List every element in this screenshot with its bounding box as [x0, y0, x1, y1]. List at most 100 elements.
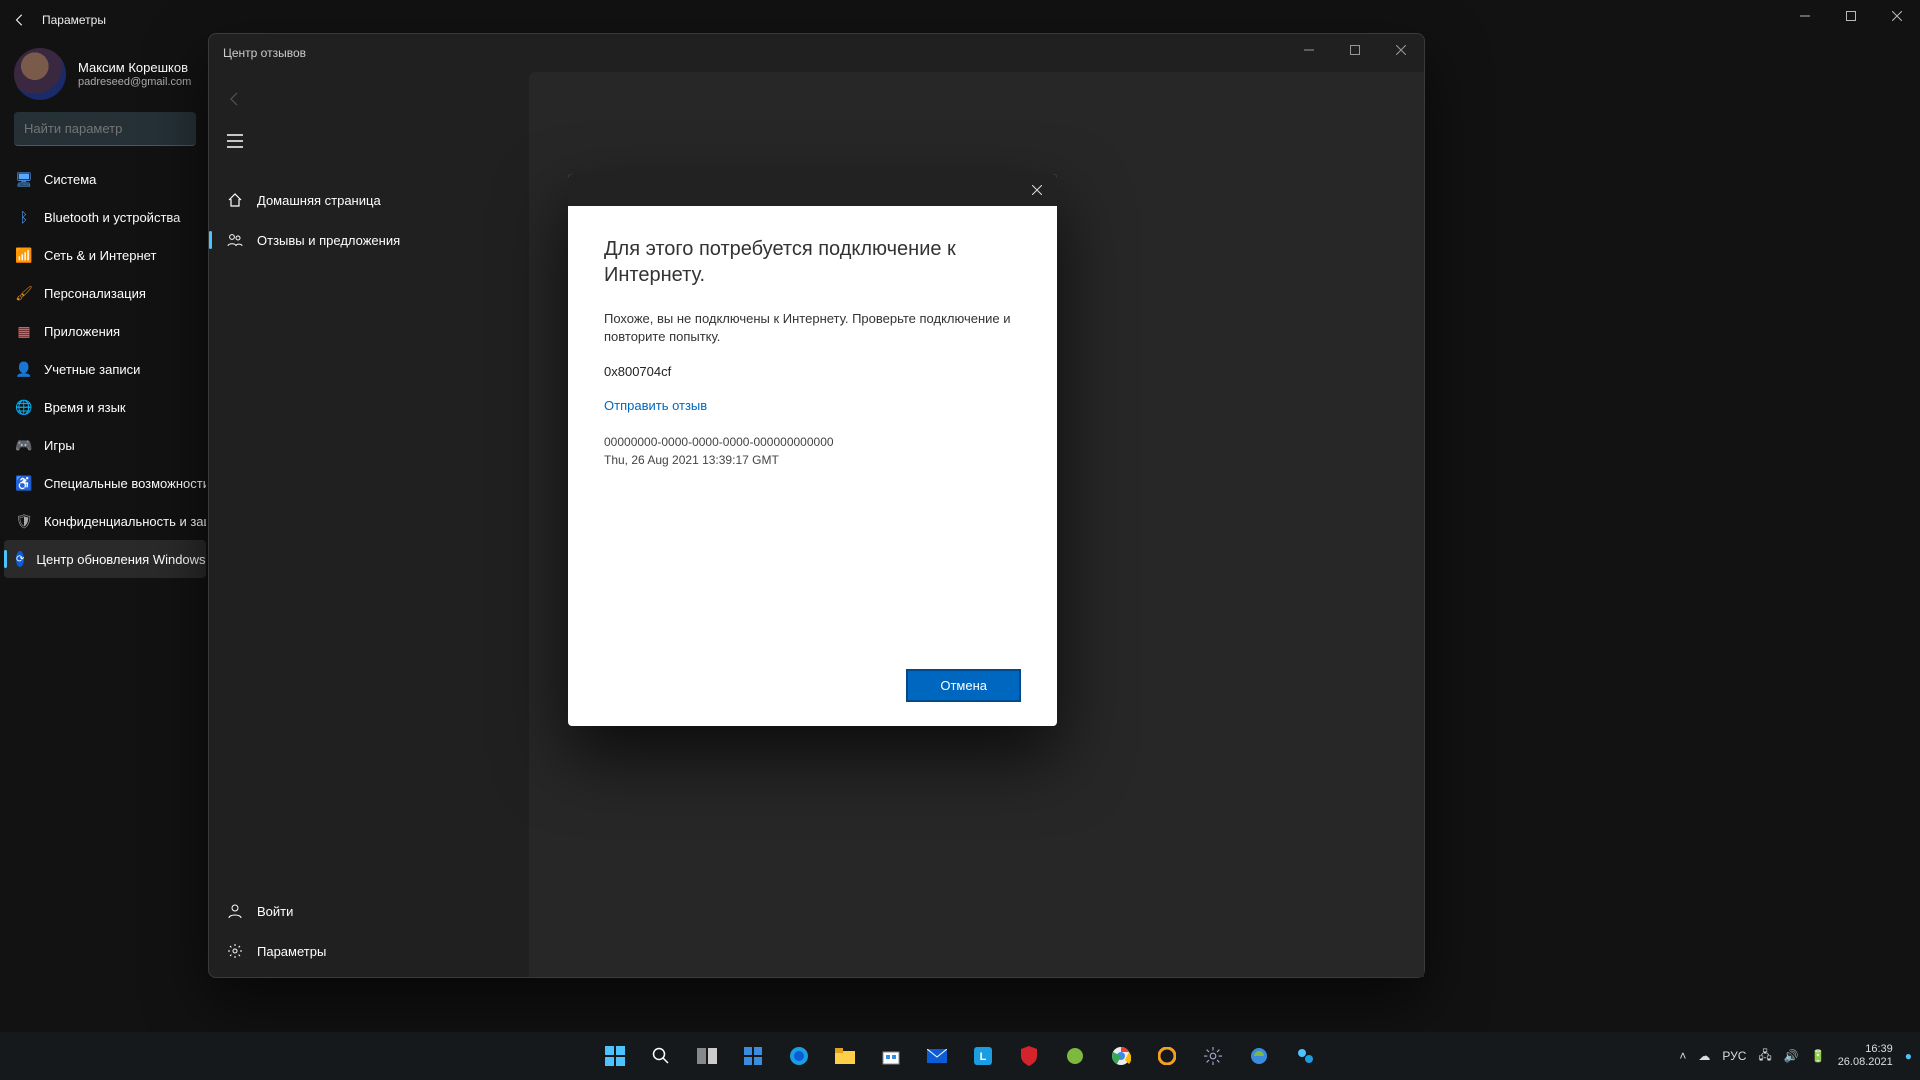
app-icon-2[interactable]: [1055, 1036, 1095, 1076]
widgets-icon[interactable]: [733, 1036, 773, 1076]
nav-accounts[interactable]: 👤 Учетные записи: [4, 350, 206, 388]
accessibility-icon: ♿: [16, 475, 32, 491]
home-icon: [227, 192, 243, 208]
nav-label: Игры: [44, 438, 75, 453]
nav-label: Bluetooth и устройства: [44, 210, 180, 225]
modal-heading: Для этого потребуется подключение к Инте…: [604, 236, 1021, 288]
fh-nav-label: Войти: [257, 904, 293, 919]
fh-nav-signin[interactable]: Войти: [209, 891, 529, 931]
clock[interactable]: 16:39 26.08.2021: [1838, 1043, 1893, 1069]
chrome-icon[interactable]: [1101, 1036, 1141, 1076]
start-button[interactable]: [595, 1036, 635, 1076]
fh-nav-settings[interactable]: Параметры: [209, 931, 529, 971]
explorer-icon[interactable]: [825, 1036, 865, 1076]
feedback-hub-titlebar[interactable]: Центр отзывов: [209, 34, 1424, 72]
fh-nav-home[interactable]: Домашняя страница: [209, 180, 529, 220]
maximize-button[interactable]: [1828, 0, 1874, 32]
taskbar-right: ˄ ☁ РУС 🖧 🔊 🔋 16:39 26.08.2021 ●: [1679, 1043, 1912, 1069]
feedback-hub-content: Для этого потребуется подключение к Инте…: [529, 72, 1424, 977]
feedback-hub-sidebar: Домашняя страница Отзывы и предложения В…: [209, 72, 529, 977]
app-icon-1[interactable]: L: [963, 1036, 1003, 1076]
app-icon-3[interactable]: [1147, 1036, 1187, 1076]
update-icon: ⟳: [16, 551, 24, 567]
settings-nav: 🖥 Система ᛒ Bluetooth и устройства 📶Сеть &…: [0, 160, 210, 578]
search-icon[interactable]: [641, 1036, 681, 1076]
tray-chevron-icon[interactable]: ˄: [1679, 1049, 1686, 1063]
avatar: [14, 48, 66, 100]
nav-accessibility[interactable]: ♿ Специальные возможности: [4, 464, 206, 502]
battery-icon[interactable]: 🔋: [1811, 1049, 1826, 1063]
network-icon[interactable]: 🖧: [1758, 1046, 1771, 1067]
globe-icon: 🌐: [16, 399, 32, 415]
apps-icon: ▦: [16, 323, 32, 339]
nav-bluetooth[interactable]: ᛒ Bluetooth и устройства: [4, 198, 206, 236]
person-icon: 👤: [16, 361, 32, 377]
user-email: padreseed@gmail.com: [78, 76, 191, 88]
nav-personalization[interactable]: 🖌Персонализация: [4, 274, 206, 312]
modal-meta: 00000000-0000-0000-0000-000000000000 Thu…: [604, 433, 1021, 469]
taskbar: L ˄ ☁ РУС 🖧 🔊 🔋 16:39 26.08.2021 ●: [0, 1032, 1920, 1080]
close-button[interactable]: [1874, 0, 1920, 32]
bluetooth-icon: ᛒ: [16, 209, 32, 225]
task-view-icon[interactable]: [687, 1036, 727, 1076]
volume-icon[interactable]: 🔊: [1784, 1049, 1799, 1063]
nav-windows-update[interactable]: ⟳ Центр обновления Windows: [4, 540, 206, 578]
fh-nav-feedback[interactable]: Отзывы и предложения: [209, 220, 529, 260]
people-icon: [227, 232, 243, 248]
hamburger-icon[interactable]: [209, 120, 529, 162]
signin-icon: [227, 903, 243, 919]
modal-close-button[interactable]: [1017, 174, 1057, 206]
gear-icon: [227, 943, 243, 959]
fh-close-button[interactable]: [1378, 34, 1424, 66]
nav-label: Приложения: [44, 324, 120, 339]
shield-icon: 🛡: [16, 513, 32, 529]
feedback-hub-taskbar-icon[interactable]: [1285, 1036, 1325, 1076]
error-modal: Для этого потребуется подключение к Инте…: [568, 174, 1057, 726]
wifi-icon: 📶: [16, 247, 32, 263]
modal-titlebar: [568, 174, 1057, 206]
mail-icon[interactable]: [917, 1036, 957, 1076]
fh-maximize-button[interactable]: [1332, 34, 1378, 66]
display-icon: 🖥: [16, 171, 32, 187]
app-icon-4[interactable]: [1239, 1036, 1279, 1076]
nav-label: Учетные записи: [44, 362, 140, 377]
time-text: 16:39: [1838, 1043, 1893, 1056]
language-indicator[interactable]: РУС: [1722, 1049, 1746, 1063]
settings-taskbar-icon[interactable]: [1193, 1036, 1233, 1076]
back-icon[interactable]: [10, 13, 30, 27]
nav-gaming[interactable]: 🎮 Игры: [4, 426, 206, 464]
mcafee-icon[interactable]: [1009, 1036, 1049, 1076]
feedback-hub-window: Центр отзывов Домашняя страница Отзывы и…: [208, 33, 1425, 978]
nav-apps[interactable]: ▦ Приложения: [4, 312, 206, 350]
nav-network[interactable]: 📶Сеть & и Интернет: [4, 236, 206, 274]
fh-back-button[interactable]: [209, 78, 529, 120]
notifications-icon[interactable]: ●: [1905, 1049, 1912, 1063]
nav-privacy[interactable]: 🛡 Конфиденциальность и защита: [4, 502, 206, 540]
cancel-button[interactable]: Отмена: [906, 669, 1021, 702]
nav-system[interactable]: 🖥 Система: [4, 160, 206, 198]
edge-icon[interactable]: [779, 1036, 819, 1076]
modal-timestamp: Thu, 26 Aug 2021 13:39:17 GMT: [604, 451, 1021, 469]
settings-window-controls: [1782, 0, 1920, 32]
modal-correlation-id: 00000000-0000-0000-0000-000000000000: [604, 433, 1021, 451]
fh-nav-label: Параметры: [257, 944, 326, 959]
search-input[interactable]: [14, 112, 196, 146]
fh-minimize-button[interactable]: [1286, 34, 1332, 66]
nav-time-language[interactable]: 🌐Время и язык: [4, 388, 206, 426]
gamepad-icon: 🎮: [16, 437, 32, 453]
minimize-button[interactable]: [1782, 0, 1828, 32]
date-text: 26.08.2021: [1838, 1056, 1893, 1069]
store-icon[interactable]: [871, 1036, 911, 1076]
modal-error-code: 0x800704cf: [604, 364, 1021, 379]
fh-nav-label: Домашняя страница: [257, 193, 381, 208]
nav-label: Специальные возможности: [44, 476, 206, 491]
onedrive-icon[interactable]: ☁: [1698, 1049, 1710, 1063]
nav-label: Центр обновления Windows: [36, 552, 205, 567]
modal-body-text: Похоже, вы не подключены к Интернету. Пр…: [604, 310, 1021, 346]
modal-feedback-link[interactable]: Отправить отзыв: [604, 398, 707, 413]
svg-text:L: L: [980, 1051, 987, 1063]
nav-label: Конфиденциальность и защита: [44, 514, 206, 529]
taskbar-center: L: [595, 1036, 1325, 1076]
nav-label: Система: [44, 172, 96, 187]
settings-title: Параметры: [42, 13, 106, 27]
